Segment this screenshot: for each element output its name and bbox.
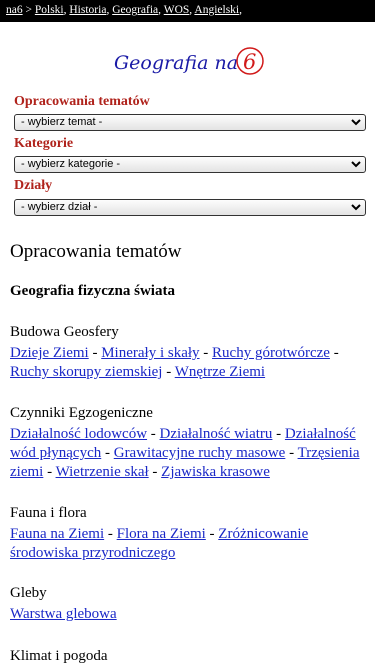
topic-select-value: - wybierz temat - (21, 116, 103, 128)
logo-graphic: Geografia na 6 (114, 47, 264, 75)
breadcrumb-bar: na6 > Polski, Historia, Geografia, WOS, … (0, 0, 375, 22)
breadcrumb-link-angielski[interactable]: Angielski (194, 4, 239, 16)
logo-number: 6 (243, 50, 256, 74)
topic-link[interactable]: Wnętrze Ziemi (175, 364, 265, 380)
section-select[interactable]: - wybierz dział - (14, 199, 366, 216)
topic-link[interactable]: Wietrzenie skał (56, 464, 149, 480)
topic-filter-label: Opracowania tematów (14, 94, 150, 109)
category-title: Fauna i flora (10, 505, 87, 521)
page-title: Opracowania tematów (10, 241, 182, 262)
topic-link[interactable]: Działalność wiatru (160, 426, 273, 442)
logo-text: Geografia na (114, 52, 238, 74)
topic-link[interactable]: Ruchy górotwórcze (212, 345, 330, 361)
category-filter-label: Kategorie (14, 136, 74, 151)
breadcrumb-link-geografia[interactable]: Geografia (112, 4, 158, 16)
breadcrumb-link-polski[interactable]: Polski (35, 4, 64, 16)
breadcrumb: na6 > Polski, Historia, Geografia, WOS, … (6, 4, 243, 16)
topic-link[interactable]: Flora na Ziemi (117, 526, 206, 542)
topic-link[interactable]: Minerały i skały (101, 345, 199, 361)
section-filter-label: Działy (14, 178, 53, 193)
breadcrumb-link-wos[interactable]: WOS (164, 4, 190, 16)
topic-link[interactable]: Ruchy skorupy ziemskiej (10, 364, 162, 380)
topic-select[interactable]: - wybierz temat - (14, 114, 366, 131)
site-logo[interactable]: Geografia na 6 (112, 42, 267, 80)
topic-link[interactable]: Zjawiska krasowe (161, 464, 270, 480)
category-title: Klimat i pogoda (10, 648, 108, 664)
topic-link[interactable]: Grawitacyjne ruchy masowe (114, 445, 286, 461)
topic-link[interactable]: Fauna na Ziemi (10, 526, 104, 542)
chevron-down-icon (351, 161, 361, 168)
chevron-down-icon (351, 119, 361, 126)
section-select-value: - wybierz dział - (21, 201, 98, 213)
category-select[interactable]: - wybierz kategorie - (14, 156, 366, 173)
breadcrumb-home-link[interactable]: na6 (6, 4, 23, 16)
topic-link[interactable]: Warstwa glebowa (10, 606, 117, 622)
category-title: Budowa Geosfery (10, 324, 119, 340)
chevron-down-icon (351, 204, 361, 211)
topic-link[interactable]: Dzieje Ziemi (10, 345, 89, 361)
subheading: Geografia fizyczna świata (10, 283, 175, 299)
category-links: Działalność lodowców - Działalność wiatr… (10, 426, 360, 480)
category-links: Fauna na Ziemi - Flora na Ziemi - Zróżni… (10, 526, 309, 561)
category-select-value: - wybierz kategorie - (21, 158, 121, 170)
category-title: Czynniki Egzogeniczne (10, 405, 153, 421)
breadcrumb-separator: > (22, 4, 35, 16)
breadcrumb-link-historia[interactable]: Historia (69, 4, 106, 16)
topic-link[interactable]: Działalność lodowców (10, 426, 147, 442)
category-links: Dzieje Ziemi - Minerały i skały - Ruchy … (10, 345, 339, 380)
category-title: Gleby (10, 585, 47, 601)
category-links: Warstwa glebowa (10, 605, 362, 624)
